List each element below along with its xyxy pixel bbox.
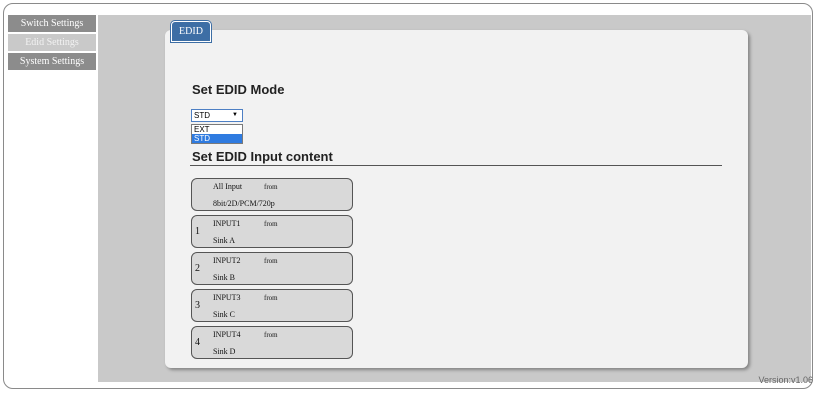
input-from-label: from	[264, 220, 278, 228]
input-from-label: from	[264, 294, 278, 302]
input-name: INPUT3	[213, 293, 241, 302]
dropdown-option-ext[interactable]: EXT	[192, 125, 242, 134]
edid-mode-dropdown: EXT STD	[191, 124, 243, 144]
input-button-4[interactable]: 4 INPUT4 from Sink D	[191, 326, 353, 359]
input-from-label: from	[264, 257, 278, 265]
input-button-3[interactable]: 3 INPUT3 from Sink C	[191, 289, 353, 322]
input-button-all[interactable]: All Input from 8bit/2D/PCM/720p	[191, 178, 353, 211]
input-button-2[interactable]: 2 INPUT2 from Sink B	[191, 252, 353, 285]
input-number: 4	[195, 337, 200, 348]
chevron-down-icon: ▼	[232, 112, 238, 118]
input-from-label: from	[264, 331, 278, 339]
input-name: INPUT2	[213, 256, 241, 265]
set-edid-input-content-heading: Set EDID Input content	[192, 149, 333, 164]
dropdown-option-std[interactable]: STD	[192, 134, 242, 143]
input-source: 8bit/2D/PCM/720p	[213, 199, 275, 208]
tab-edid[interactable]: EDID	[171, 21, 211, 42]
input-name: INPUT4	[213, 330, 241, 339]
input-source: Sink D	[213, 347, 236, 356]
section-divider	[190, 165, 722, 166]
input-button-1[interactable]: 1 INPUT1 from Sink A	[191, 215, 353, 248]
input-number: 1	[195, 226, 200, 237]
input-from-label: from	[264, 183, 278, 191]
sidebar-item-system-settings[interactable]: System Settings	[8, 53, 96, 70]
sidebar-item-edid-settings[interactable]: Edid Settings	[8, 34, 96, 51]
edid-mode-select-value: STD	[194, 111, 210, 120]
input-source: Sink C	[213, 310, 236, 319]
input-source: Sink A	[213, 236, 236, 245]
input-name: All Input	[213, 182, 243, 191]
sidebar-nav: Switch Settings Edid Settings System Set…	[8, 15, 96, 72]
version-label: Version:v1.06	[758, 375, 813, 385]
input-number: 2	[195, 263, 200, 274]
input-source: Sink B	[213, 273, 236, 282]
sidebar-item-switch-settings[interactable]: Switch Settings	[8, 15, 96, 32]
set-edid-mode-heading: Set EDID Mode	[192, 82, 285, 97]
edid-mode-select[interactable]: STD ▼	[191, 109, 243, 122]
input-name: INPUT1	[213, 219, 241, 228]
input-number: 3	[195, 300, 200, 311]
